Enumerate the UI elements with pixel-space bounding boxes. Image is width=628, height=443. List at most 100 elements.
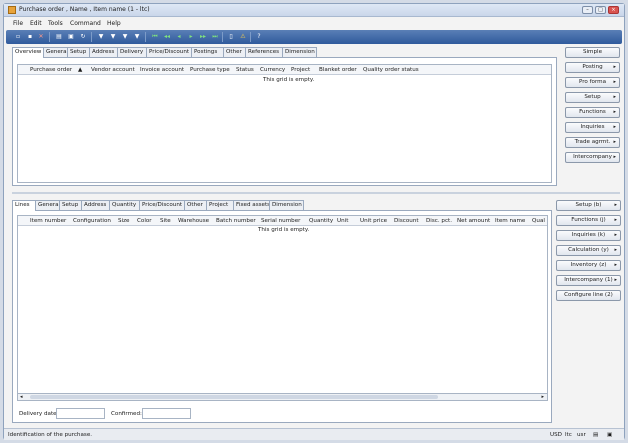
posting-button[interactable]: Posting ▸ (565, 62, 620, 73)
advanced-filter-icon[interactable]: ▼ (121, 33, 129, 41)
pro-forma-button[interactable]: Pro forma ▸ (565, 77, 620, 88)
minimize-button[interactable]: – (582, 6, 593, 14)
column-unit-price[interactable]: Unit price (360, 218, 387, 224)
column-purchase-order[interactable]: Purchase order (30, 67, 72, 73)
tab-lines-general[interactable]: General (35, 200, 60, 210)
simple-button[interactable]: Simple (565, 47, 620, 58)
previous-page-icon[interactable]: ◂◂ (163, 33, 171, 41)
intercompany-button[interactable]: Intercompany ▸ (565, 152, 620, 163)
column-vendor-account[interactable]: Vendor account (91, 67, 135, 73)
menu-edit[interactable]: Edit (30, 20, 42, 27)
column-invoice-account[interactable]: Invoice account (140, 67, 184, 73)
configure-line-button[interactable]: Configure line (2) (556, 290, 621, 301)
tab-address[interactable]: Address (89, 47, 118, 57)
column-net-amount[interactable]: Net amount (457, 218, 490, 224)
filter-by-selection-icon[interactable]: ▼ (109, 33, 117, 41)
print-icon[interactable]: ▤ (55, 33, 63, 41)
tab-lines-project[interactable]: Project (206, 200, 234, 210)
column-item-number[interactable]: Item number (30, 218, 66, 224)
column-quality[interactable]: Qual (532, 218, 545, 224)
filter-icon[interactable]: ▼ (97, 33, 105, 41)
horizontal-scrollbar[interactable]: ◂ ▸ (17, 393, 548, 401)
tab-lines-dimension[interactable]: Dimension (269, 200, 304, 210)
refresh-icon[interactable]: ↻ (79, 33, 87, 41)
column-item-name[interactable]: Item name (495, 218, 525, 224)
column-color[interactable]: Color (137, 218, 152, 224)
tab-postings[interactable]: Postings (191, 47, 224, 57)
column-currency[interactable]: Currency (260, 67, 285, 73)
purchase-lines-grid[interactable]: Item number Configuration Size Color Sit… (17, 215, 548, 398)
status-notification-icon[interactable]: ▤ (593, 432, 598, 438)
column-project[interactable]: Project (291, 67, 310, 73)
confirmed-date-field[interactable] (142, 408, 191, 419)
tab-price-discount[interactable]: Price/Discount (146, 47, 192, 57)
tab-other[interactable]: Other (223, 47, 246, 57)
menu-help[interactable]: Help (107, 20, 121, 27)
lines-inventory-button[interactable]: Inventory (z) ▸ (556, 260, 621, 271)
column-size[interactable]: Size (118, 218, 129, 224)
menu-command[interactable]: Command (70, 20, 101, 27)
previous-record-icon[interactable]: ◂ (175, 33, 183, 41)
sort-icon[interactable]: ▼ (133, 33, 141, 41)
tab-lines-fixed-assets[interactable]: Fixed assets (233, 200, 270, 210)
column-quantity[interactable]: Quantity (309, 218, 333, 224)
tab-lines[interactable]: Lines (12, 200, 36, 211)
lines-setup-button[interactable]: Setup (b) ▸ (556, 200, 621, 211)
lines-intercompany-button[interactable]: Intercompany (1) ▸ (556, 275, 621, 286)
lines-inquiries-button[interactable]: Inquiries (k) ▸ (556, 230, 621, 241)
column-blanket-order[interactable]: Blanket order (319, 67, 357, 73)
column-batch-number[interactable]: Batch number (216, 218, 256, 224)
help-icon[interactable]: ? (255, 33, 263, 41)
inquiries-button[interactable]: Inquiries ▸ (565, 122, 620, 133)
column-purchase-type[interactable]: Purchase type (190, 67, 230, 73)
menu-tools[interactable]: Tools (48, 20, 63, 27)
tab-setup[interactable]: Setup (67, 47, 90, 57)
menu-file[interactable]: File (13, 20, 23, 27)
first-record-icon[interactable]: ⏮ (151, 33, 159, 41)
column-status[interactable]: Status (236, 67, 254, 73)
save-icon[interactable]: ▪ (26, 33, 34, 41)
scroll-left-icon[interactable]: ◂ (20, 394, 23, 400)
tab-lines-address[interactable]: Address (81, 200, 110, 210)
functions-button[interactable]: Functions ▸ (565, 107, 620, 118)
next-page-icon[interactable]: ▸▸ (199, 33, 207, 41)
tab-lines-price-discount[interactable]: Price/Discount (139, 200, 185, 210)
column-site[interactable]: Site (160, 218, 171, 224)
column-discount[interactable]: Discount (394, 218, 419, 224)
tab-lines-setup[interactable]: Setup (59, 200, 82, 210)
window-title: Purchase order , Name , Item name (1 - l… (19, 6, 150, 13)
trade-agreement-button[interactable]: Trade agrmt. ▸ (565, 137, 620, 148)
column-disc-pct[interactable]: Disc. pct. (426, 218, 452, 224)
tab-delivery[interactable]: Delivery (117, 47, 147, 57)
new-icon[interactable]: ▫ (14, 33, 22, 41)
scroll-right-icon[interactable]: ▸ (541, 394, 544, 400)
close-button[interactable]: × (608, 6, 619, 14)
last-record-icon[interactable]: ⏭ (211, 33, 219, 41)
tab-general[interactable]: General (43, 47, 68, 57)
column-quality-order-status[interactable]: Quality order status (363, 67, 419, 73)
scrollbar-thumb[interactable] (30, 395, 438, 399)
tab-dimension[interactable]: Dimension (282, 47, 317, 57)
attachment-icon[interactable]: ▯ (227, 33, 235, 41)
pane-splitter[interactable] (12, 192, 620, 194)
column-warehouse[interactable]: Warehouse (178, 218, 209, 224)
tab-lines-quantity[interactable]: Quantity (109, 200, 140, 210)
print-preview-icon[interactable]: ▣ (67, 33, 75, 41)
tab-references[interactable]: References (245, 47, 283, 57)
delivery-date-field[interactable] (56, 408, 105, 419)
status-session-icon[interactable]: ▣ (607, 432, 612, 438)
column-serial-number[interactable]: Serial number (261, 218, 300, 224)
setup-button[interactable]: Setup ▸ (565, 92, 620, 103)
dropdown-arrow-icon: ▸ (613, 64, 616, 70)
column-configuration[interactable]: Configuration (73, 218, 111, 224)
lines-functions-button[interactable]: Functions (j) ▸ (556, 215, 621, 226)
tab-overview[interactable]: Overview (12, 47, 44, 58)
tab-lines-other[interactable]: Other (184, 200, 207, 210)
next-record-icon[interactable]: ▸ (187, 33, 195, 41)
lines-calculation-button[interactable]: Calculation (y) ▸ (556, 245, 621, 256)
column-unit[interactable]: Unit (337, 218, 348, 224)
alert-icon[interactable]: ⚠ (239, 33, 247, 41)
maximize-button[interactable]: □ (595, 6, 606, 14)
delete-icon[interactable]: ✕ (37, 33, 45, 41)
purchase-order-grid[interactable]: Purchase order ▲ Vendor account Invoice … (17, 64, 552, 183)
